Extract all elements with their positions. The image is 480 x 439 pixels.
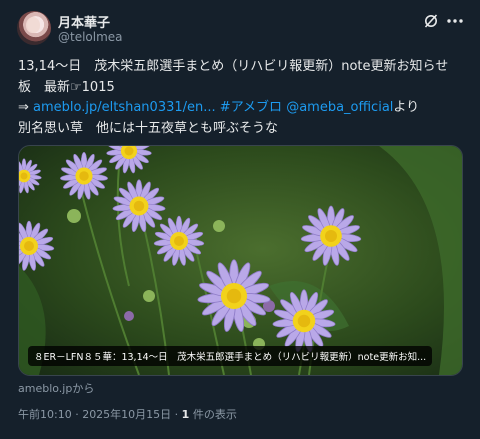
tweet-line-3: ⇒ ameblo.jp/eltshan0331/en... #アメブロ @ame…: [18, 98, 468, 119]
link-card-image[interactable]: ８ER－LFN８５華：13,14〜日 茂木栄五郎選手まとめ（リハビリ報更新）no…: [18, 145, 463, 376]
flower-photo: [19, 146, 462, 375]
more-icon[interactable]: [445, 12, 465, 30]
grok-icon[interactable]: [423, 13, 439, 29]
tweet-line-4: 別名思い草 他には十五夜草とも呼ぶそうな: [18, 120, 279, 136]
tweet-line-1: 13,14〜日 茂木栄五郎選手まとめ（リハビリ報更新）note更新お知らせ: [18, 59, 449, 74]
card-caption[interactable]: ８ER－LFN８５華：13,14〜日 茂木栄五郎選手まとめ（リハビリ報更新）no…: [28, 346, 433, 366]
card-source[interactable]: ameblo.jpから: [18, 380, 94, 396]
arrow-text: ⇒: [18, 100, 34, 115]
author-display-name[interactable]: 月本華子: [58, 12, 110, 31]
tweet-url-link[interactable]: ameblo.jp/eltshan0331/en...: [33, 100, 216, 115]
avatar[interactable]: [17, 11, 51, 45]
timestamp[interactable]: 午前10:10 · 2025年10月15日 ·: [18, 408, 182, 421]
views-label: 件の表示: [189, 408, 237, 421]
hashtag-link[interactable]: #アメブロ: [220, 100, 282, 115]
mention-link[interactable]: @ameba_official: [286, 100, 393, 115]
tweet-text: 13,14〜日 茂木栄五郎選手まとめ（リハビリ報更新）note更新お知らせ 板 …: [18, 57, 468, 139]
author-handle[interactable]: @telolmea: [58, 30, 123, 44]
tweet-line-2: 板 最新☞1015: [18, 79, 115, 95]
timestamp-row: 午前10:10 · 2025年10月15日 · 1 件の表示: [18, 406, 237, 422]
suffix-text: より: [393, 100, 420, 115]
